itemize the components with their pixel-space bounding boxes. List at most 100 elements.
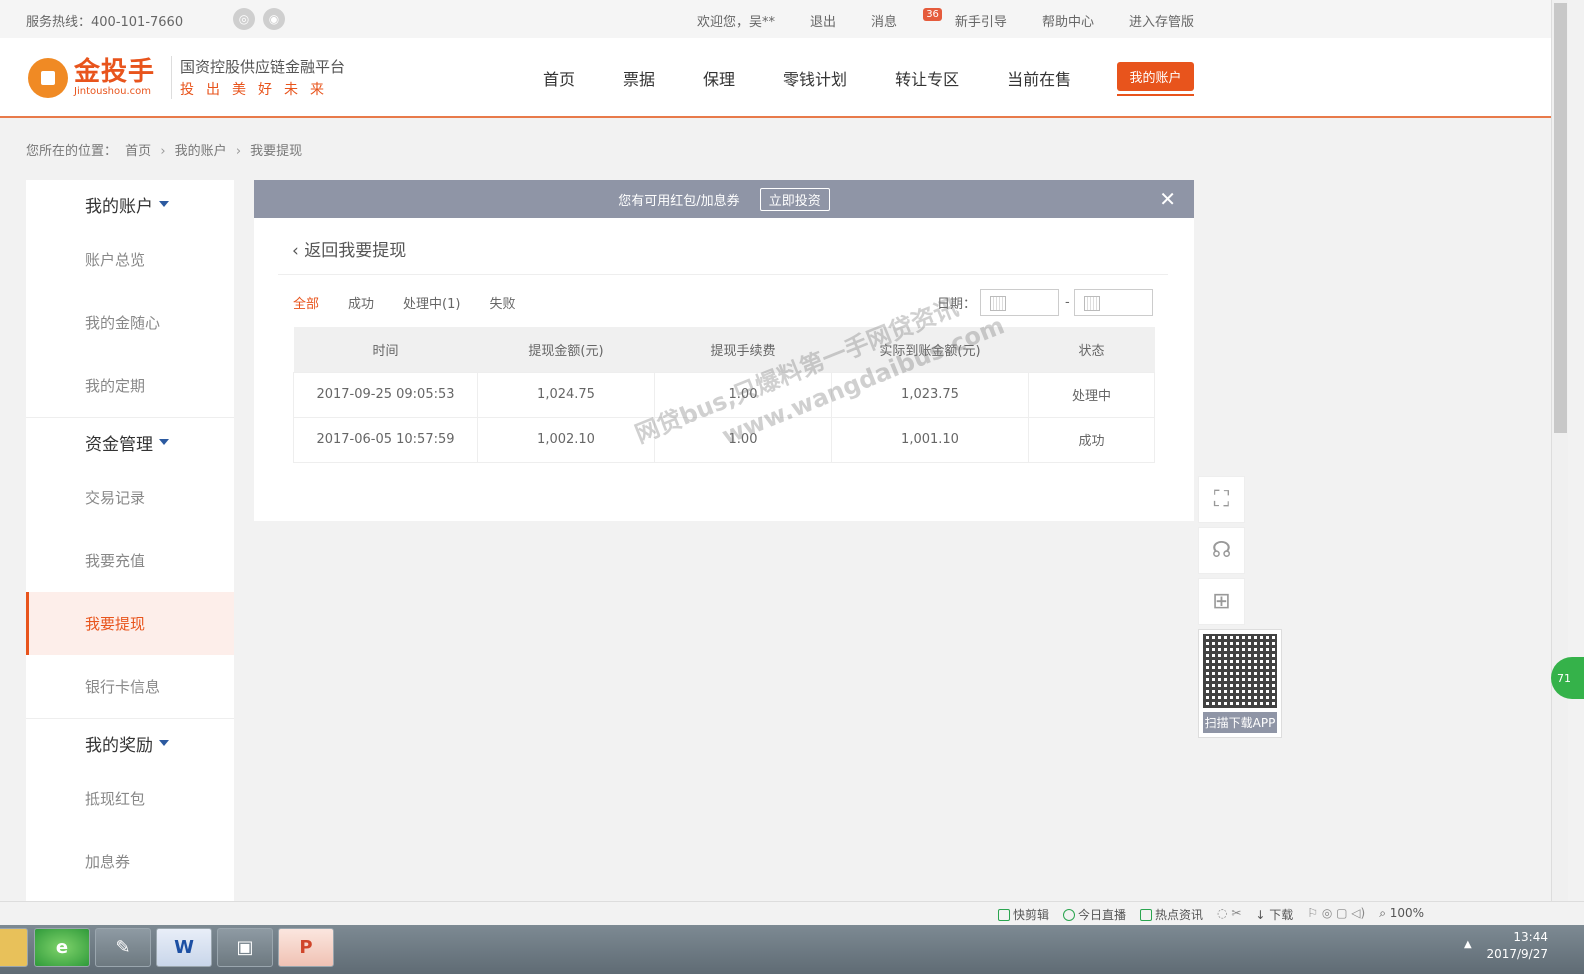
sidebar-item-transactions[interactable]: 交易记录 (26, 466, 234, 529)
withdraw-table: 时间 提现金额(元) 提现手续费 实际到账金额(元) 状态 2017-09-25… (293, 327, 1155, 463)
invest-now-button[interactable]: 立即投资 (759, 187, 830, 211)
logout-link[interactable]: 退出 (810, 11, 836, 30)
zoom-level[interactable]: ⌕ 100% (1379, 906, 1424, 923)
qr-caption: 扫描下载APP (1203, 712, 1277, 733)
clock-time: 13:44 (1513, 930, 1548, 944)
filter-all[interactable]: 全部 (293, 293, 319, 312)
download-icon: ↓ (1255, 908, 1266, 922)
start-date-input[interactable] (980, 289, 1060, 316)
col-fee: 提现手续费 (654, 327, 832, 372)
clip-icon (998, 909, 1010, 921)
cell-time: 2017-09-25 09:05:53 (293, 371, 478, 418)
slogan: 国资控股供应链金融平台 投出美好未来 (171, 56, 345, 99)
sidebar-item-withdraw[interactable]: 我要提现 (26, 592, 234, 655)
sidebar-item-overview[interactable]: 账户总览 (26, 228, 234, 291)
scrollbar-thumb[interactable] (1554, 3, 1567, 433)
help-link[interactable]: 帮助中心 (1042, 11, 1094, 30)
table-row: 2017-09-25 09:05:53 1,024.75 1.00 1,023.… (293, 371, 1155, 418)
sidebar-item-cash-coupons[interactable]: 抵现红包 (26, 767, 234, 830)
filter-success[interactable]: 成功 (348, 293, 374, 312)
floating-tools: ⛶ ☊ ⊞ 扫描下载APP (1198, 476, 1282, 738)
table-row: 2017-06-05 10:57:59 1,002.10 1.00 1,001.… (293, 416, 1155, 463)
nav-home[interactable]: 首页 (543, 66, 575, 90)
cell-status: 处理中 (1028, 371, 1155, 418)
guide-link[interactable]: 新手引导 (955, 11, 1007, 30)
filter-processing[interactable]: 处理中(1) (403, 293, 460, 312)
nav-change-plan[interactable]: 零钱计划 (783, 66, 847, 90)
logo-icon (28, 57, 68, 98)
folder-icon[interactable] (0, 928, 28, 967)
col-time: 时间 (293, 327, 478, 372)
breadcrumb-home[interactable]: 首页 (125, 144, 151, 159)
nav-factoring[interactable]: 保理 (703, 66, 735, 90)
browser-task-icon[interactable]: e (34, 928, 90, 967)
breadcrumb-withdraw: 我要提现 (250, 144, 303, 159)
headset-icon[interactable]: ☊ (1198, 527, 1245, 574)
status-tool-icons[interactable]: ⚐ ◎ ▢ ◁) (1307, 906, 1365, 923)
image-viewer-task-icon[interactable]: ▣ (217, 928, 273, 967)
breadcrumb-account[interactable]: 我的账户 (175, 144, 227, 159)
wechat-icon[interactable]: ◎ (233, 8, 255, 30)
sidebar-item-jinsuixin[interactable]: 我的金随心 (26, 291, 234, 354)
word-task-icon[interactable]: W (156, 928, 212, 967)
status-item-live[interactable]: 今日直播 (1063, 906, 1126, 923)
status-item-label: 下载 (1269, 908, 1294, 922)
date-range: 日期： - (937, 289, 1153, 316)
status-item-clip[interactable]: 快剪辑 (998, 906, 1049, 923)
main-nav: 首页 票据 保理 零钱计划 转让专区 当前在售 我的账户 (543, 62, 1194, 96)
nav-transfer[interactable]: 转让专区 (895, 66, 959, 90)
slogan-line1: 国资控股供应链金融平台 (180, 58, 346, 76)
status-item-news[interactable]: 热点资讯 (1140, 906, 1203, 923)
browser-status-bar: 快剪辑 今日直播 热点资讯 ◌ ✂ ↓ 下载 ⚐ ◎ ▢ ◁) ⌕ 100% (0, 901, 1584, 925)
sidebar-item-recharge[interactable]: 我要充值 (26, 529, 234, 592)
nav-on-sale[interactable]: 当前在售 (1007, 66, 1071, 90)
breadcrumb: 您所在的位置： 首页 › 我的账户 › 我要提现 (26, 140, 302, 159)
status-item-download[interactable]: ↓ 下载 (1255, 906, 1293, 923)
weibo-icon[interactable]: ◉ (263, 8, 285, 30)
status-filters: 全部 成功 处理中(1) 失败 (293, 293, 544, 312)
paint-task-icon[interactable]: ✎ (95, 928, 151, 967)
welcome-text: 欢迎您，吴** (697, 15, 776, 30)
sidebar-group-my-account[interactable]: 我的账户 (26, 180, 234, 228)
sidebar-group-funds[interactable]: 资金管理 (26, 418, 234, 466)
breadcrumb-separator-icon: › (235, 144, 242, 159)
sidebar-item-interest-coupons[interactable]: 加息券 (26, 830, 234, 893)
site-logo[interactable]: 金投手 Jintoushou.com 国资控股供应链金融平台 投出美好未来 (28, 56, 345, 99)
service-hotline: 服务热线：400-101-7660 (26, 15, 184, 30)
sidebar: 我的账户 账户总览 我的金随心 我的定期 资金管理 交易记录 我要充值 我要提现… (26, 180, 234, 901)
back-label: 返回我要提现 (304, 241, 407, 261)
sidebar-item-bank-cards[interactable]: 银行卡信息 (26, 655, 234, 718)
tray-expand-icon[interactable]: ▲ (1464, 939, 1472, 950)
calculator-icon[interactable]: ⊞ (1198, 578, 1245, 625)
cell-fee: 1.00 (654, 371, 832, 418)
page-scrollbar[interactable] (1551, 0, 1568, 901)
sidebar-item-fixed-term[interactable]: 我的定期 (26, 354, 234, 417)
logo-domain: Jintoushou.com (74, 86, 151, 97)
nav-my-account-button[interactable]: 我的账户 (1117, 62, 1194, 96)
slogan-line2: 投出美好未来 (180, 82, 337, 98)
messages-link[interactable]: 消息 36 (871, 8, 942, 30)
promo-banner: 您有可用红包/加息券 立即投资 ✕ (254, 180, 1194, 218)
cell-actual: 1,001.10 (831, 416, 1029, 463)
filter-failed[interactable]: 失败 (489, 293, 515, 312)
qr-code-image (1203, 634, 1277, 708)
scan-icon[interactable]: ⛶ (1198, 476, 1245, 523)
col-actual: 实际到账金额(元) (831, 327, 1029, 372)
nav-bills[interactable]: 票据 (623, 66, 655, 90)
end-date-input[interactable] (1073, 289, 1153, 316)
caret-down-icon (159, 740, 169, 746)
app-qr-code[interactable]: 扫描下载APP (1198, 629, 1282, 738)
breadcrumb-separator-icon: › (160, 144, 166, 159)
messages-label: 消息 (871, 15, 898, 30)
chevron-left-icon: ‹ (292, 241, 299, 261)
caret-down-icon (159, 439, 169, 445)
cell-status: 成功 (1028, 416, 1155, 463)
main-panel: 您有可用红包/加息券 立即投资 ✕ ‹ 返回我要提现 全部 成功 处理中(1) … (254, 180, 1194, 521)
col-status: 状态 (1028, 327, 1155, 372)
sidebar-group-rewards[interactable]: 我的奖励 (26, 719, 234, 767)
back-link[interactable]: ‹ 返回我要提现 (292, 236, 406, 261)
custody-link[interactable]: 进入存管版 (1129, 11, 1194, 30)
system-clock[interactable]: 13:44 2017/9/27 (1486, 929, 1548, 963)
close-icon[interactable]: ✕ (1159, 189, 1176, 209)
powerpoint-task-icon[interactable]: P (278, 928, 334, 967)
